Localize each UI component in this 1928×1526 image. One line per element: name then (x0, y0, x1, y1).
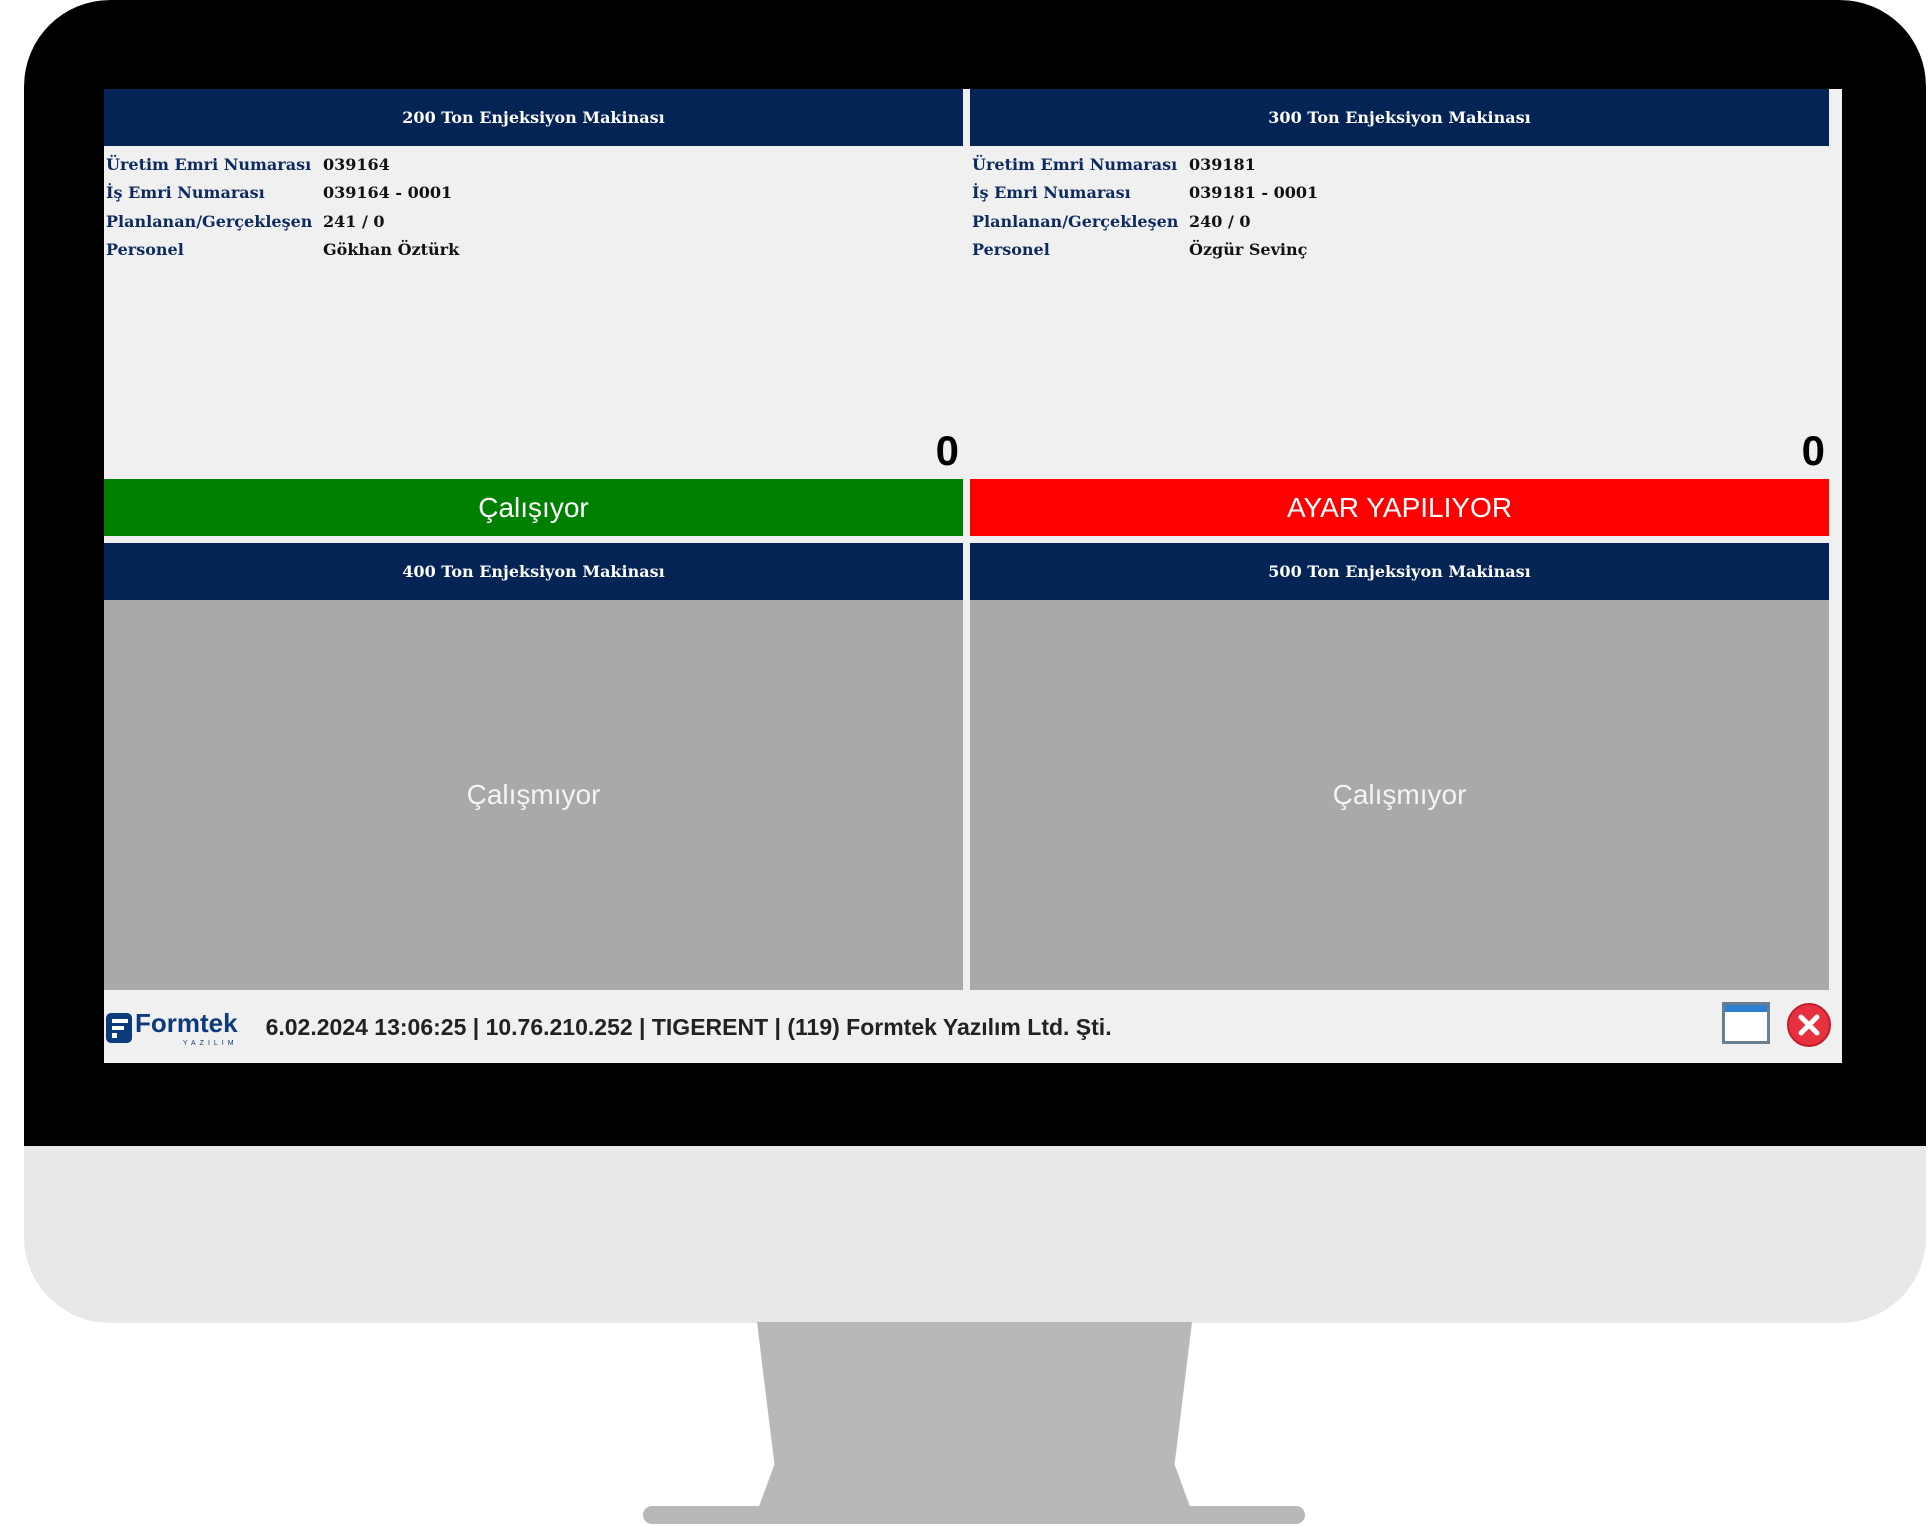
planlanan-value: 240 / 0 (1189, 211, 1251, 231)
machine-info-area: Üretim Emri Numarası 039164 İş Emri Numar… (104, 146, 963, 479)
app-screen: 200 Ton Enjeksiyon Makinası Üretim Emri … (104, 89, 1842, 1063)
brand-name: Formtek (135, 1008, 238, 1038)
is-emri-label: İş Emri Numarası (106, 183, 265, 203)
is-emri-value: 039164 - 0001 (323, 183, 453, 203)
machine-title: 500 Ton Enjeksiyon Makinası (970, 543, 1829, 600)
planlanan-label: Planlanan/Gerçekleşen (972, 211, 1179, 231)
planlanan-label: Planlanan/Gerçekleşen (106, 211, 313, 231)
uretim-emri-value: 039181 (1189, 154, 1256, 174)
info-row: İş Emri Numarası 039181 - 0001 (972, 179, 1318, 208)
info-row: İş Emri Numarası 039164 - 0001 (106, 179, 459, 208)
machine-title: 200 Ton Enjeksiyon Makinası (104, 89, 963, 146)
info-row: Planlanan/Gerçekleşen 241 / 0 (106, 207, 459, 236)
production-count: 0 (935, 427, 959, 474)
status-footer: Formtek YAZILIM 6.02.2024 13:06:25 | 10.… (104, 992, 1842, 1063)
info-row: Personel Özgür Sevinç (972, 236, 1318, 265)
close-circle-icon[interactable] (1786, 1002, 1832, 1048)
machine-title: 300 Ton Enjeksiyon Makinası (970, 89, 1829, 146)
machine-panel-400[interactable]: 400 Ton Enjeksiyon Makinası Çalışmıyor (104, 543, 963, 990)
idle-status: Çalışmıyor (104, 600, 963, 990)
status-bar[interactable]: AYAR YAPILIYOR (970, 479, 1829, 536)
window-icon[interactable] (1722, 1002, 1770, 1044)
formtek-logo: Formtek YAZILIM (106, 1008, 238, 1047)
machine-panel-200[interactable]: 200 Ton Enjeksiyon Makinası Üretim Emri … (104, 89, 963, 536)
session-info: 6.02.2024 13:06:25 | 10.76.210.252 | TIG… (265, 1014, 1112, 1040)
personel-label: Personel (972, 240, 1050, 260)
machine-info-table: Üretim Emri Numarası 039181 İş Emri Numar… (972, 150, 1318, 264)
brand-sub: YAZILIM (182, 1040, 238, 1047)
status-bar[interactable]: Çalışıyor (104, 479, 963, 536)
monitor-stand-foot (643, 1506, 1305, 1524)
personel-value: Gökhan Öztürk (323, 240, 460, 260)
planlanan-value: 241 / 0 (323, 211, 385, 231)
idle-status: Çalışmıyor (970, 600, 1829, 990)
machine-panel-300[interactable]: 300 Ton Enjeksiyon Makinası Üretim Emri … (970, 89, 1829, 536)
machine-info-area: Üretim Emri Numarası 039181 İş Emri Numar… (970, 146, 1829, 479)
info-row: Üretim Emri Numarası 039164 (106, 150, 459, 179)
production-count: 0 (1801, 427, 1825, 474)
is-emri-value: 039181 - 0001 (1189, 183, 1319, 203)
machine-title: 400 Ton Enjeksiyon Makinası (104, 543, 963, 600)
personel-value: Özgür Sevinç (1189, 240, 1308, 260)
formtek-logo-icon (106, 1012, 132, 1043)
uretim-emri-value: 039164 (323, 154, 390, 174)
info-row: Personel Gökhan Öztürk (106, 236, 459, 265)
info-row: Planlanan/Gerçekleşen 240 / 0 (972, 207, 1318, 236)
is-emri-label: İş Emri Numarası (972, 183, 1131, 203)
info-row: Üretim Emri Numarası 039181 (972, 150, 1318, 179)
uretim-emri-label: Üretim Emri Numarası (106, 154, 312, 174)
machine-panel-500[interactable]: 500 Ton Enjeksiyon Makinası Çalışmıyor (970, 543, 1829, 990)
personel-label: Personel (106, 240, 184, 260)
uretim-emri-label: Üretim Emri Numarası (972, 154, 1178, 174)
machine-info-table: Üretim Emri Numarası 039164 İş Emri Numar… (106, 150, 459, 264)
monitor-stand-neck (757, 1322, 1192, 1512)
